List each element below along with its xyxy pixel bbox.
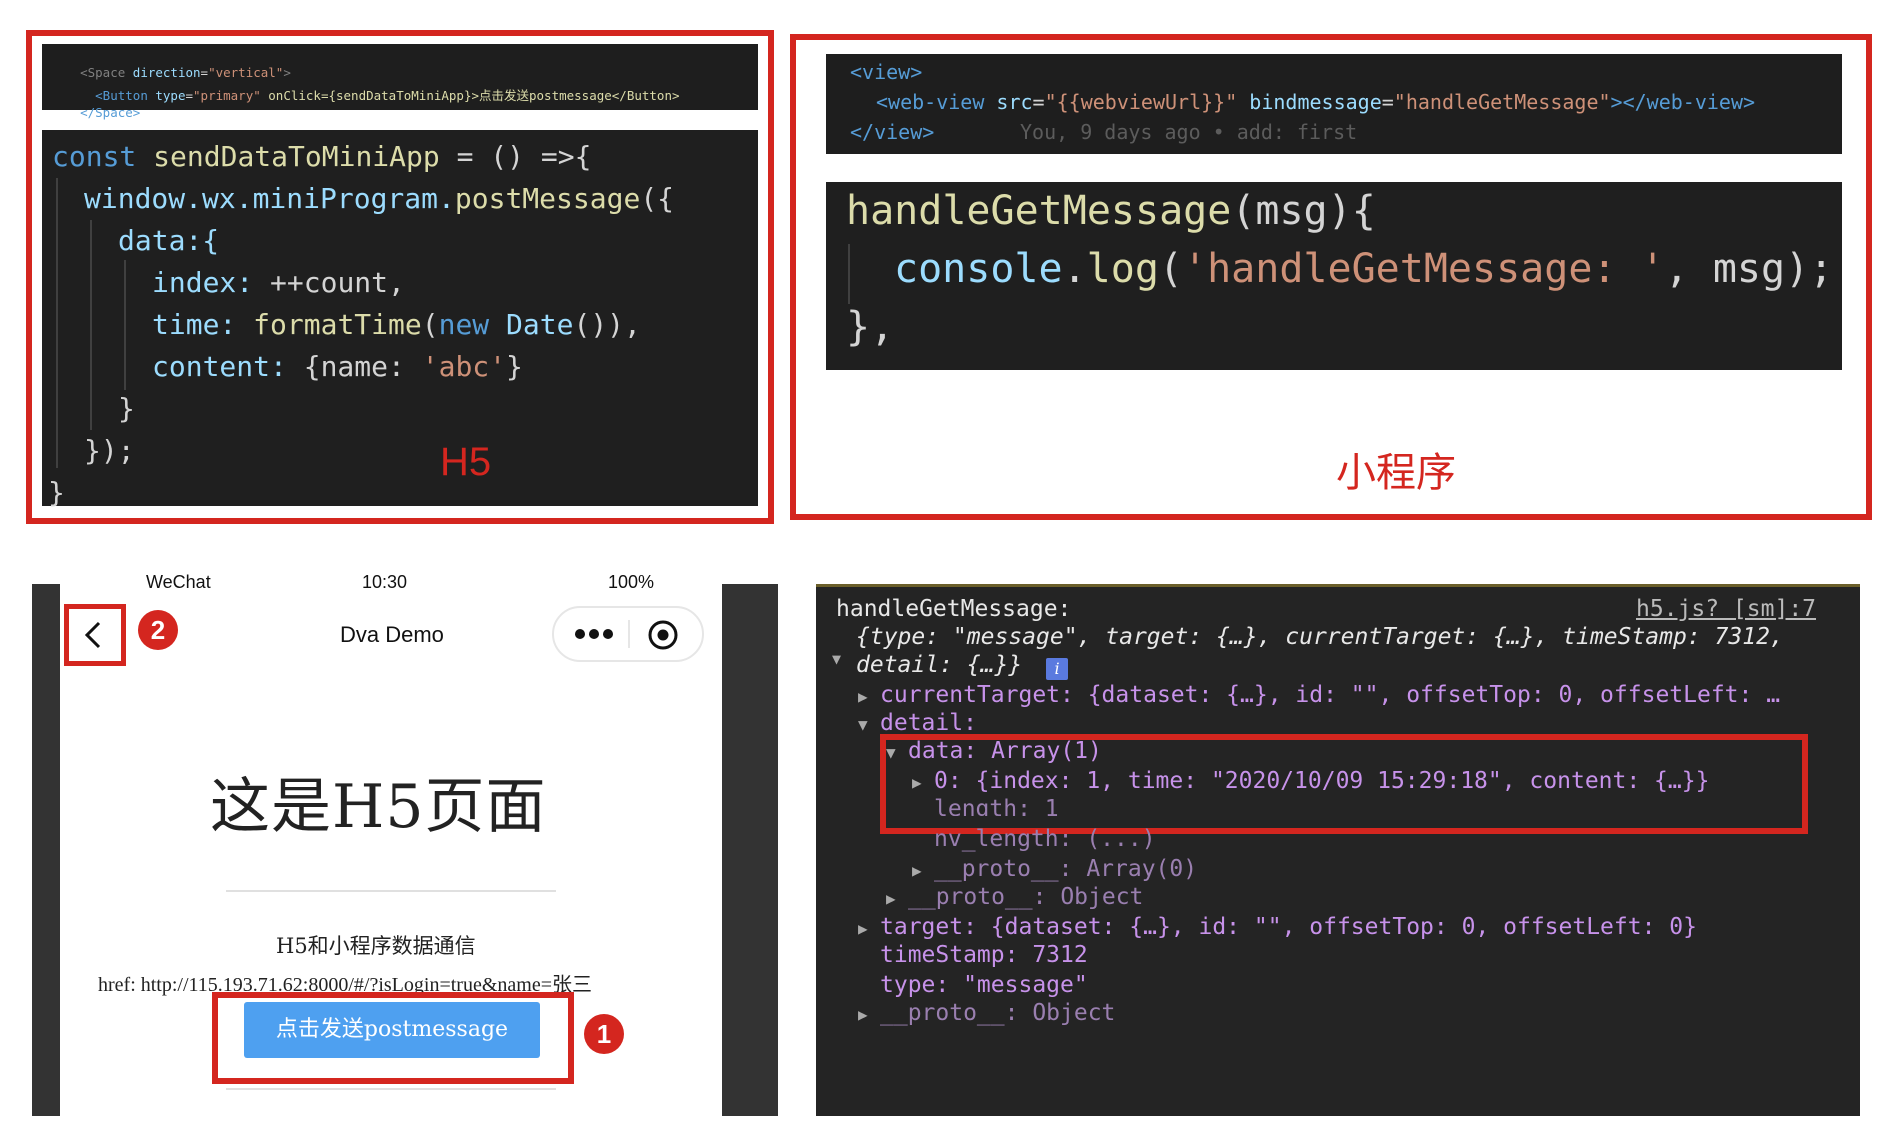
page-subtitle: H5和小程序数据通信 bbox=[276, 934, 476, 958]
phone-bezel-left bbox=[32, 584, 60, 1116]
wxml-line-2: <web-view src="{{webviewUrl}}" bindmessa… bbox=[876, 90, 1756, 114]
code-line-4: index: ++count, bbox=[152, 266, 405, 299]
step-marker-2: 2 bbox=[138, 610, 178, 650]
jsx-line-3: </Space> bbox=[80, 105, 141, 120]
more-dots-icon bbox=[575, 629, 613, 639]
code-line-2: window.wx.miniProgram.postMessage({ bbox=[84, 182, 675, 215]
miniprogram-js-code: handleGetMessage(msg){ console.log('hand… bbox=[826, 182, 1842, 370]
code-line-7: } bbox=[118, 392, 135, 425]
code-line-1: const sendDataToMiniApp = () =>{ bbox=[52, 140, 592, 173]
git-blame-annotation: You, 9 days ago • add: first bbox=[1020, 120, 1358, 144]
status-carrier: WeChat bbox=[146, 572, 211, 592]
code-line-9: } bbox=[48, 476, 65, 509]
row-type: type: "message" bbox=[880, 972, 1088, 998]
collapse-toggle-root[interactable]: ▼ bbox=[832, 650, 841, 668]
phone-bezel-right bbox=[722, 584, 778, 1116]
info-icon: i bbox=[1046, 658, 1068, 680]
row-proto-object-1[interactable]: ▶ __proto__: Object bbox=[886, 884, 1143, 910]
status-time: 10:30 bbox=[362, 572, 408, 592]
row-item-0[interactable]: ▶ 0: {index: 1, time: "2020/10/09 15:29:1… bbox=[912, 768, 1709, 794]
miniprogram-capsule bbox=[552, 606, 704, 662]
js-line-3: }, bbox=[846, 304, 895, 350]
code-line-8: }); bbox=[84, 434, 135, 467]
row-timestamp: timeStamp: 7312 bbox=[880, 942, 1088, 968]
status-battery: 100% bbox=[608, 572, 655, 592]
devtools-console: handleGetMessage: h5.js? [sm]:7 {type: "… bbox=[816, 584, 1860, 1116]
log-source-link[interactable]: h5.js? [sm]:7 bbox=[1636, 596, 1816, 622]
miniprogram-caption: 小程序 bbox=[1336, 450, 1456, 496]
row-nv-length: nv_length: (...) bbox=[934, 826, 1156, 852]
more-menu-button[interactable] bbox=[568, 620, 620, 648]
wxml-line-3: </view> bbox=[850, 120, 935, 144]
close-miniprogram-button[interactable] bbox=[646, 618, 680, 652]
row-data[interactable]: ▼ data: Array(1) bbox=[886, 738, 1102, 764]
jsx-line-2: <Button type="primary" onClick={sendData… bbox=[80, 88, 680, 103]
status-bar: WeChat 10:30 100% bbox=[60, 572, 722, 592]
row-target[interactable]: ▶ target: {dataset: {…}, id: "", offsetTo… bbox=[858, 914, 1697, 940]
h5-jsx-snippet: <Space direction="vertical"> <Button typ… bbox=[42, 44, 758, 120]
h5-caption: H5 bbox=[440, 440, 492, 484]
send-postmessage-button[interactable]: 点击发送postmessage bbox=[244, 1002, 540, 1058]
step-marker-1: 1 bbox=[584, 1014, 624, 1054]
nav-title: Dva Demo bbox=[340, 622, 444, 647]
h5-js-code: const sendDataToMiniApp = () =>{ window.… bbox=[42, 130, 758, 509]
row-proto-object-2[interactable]: ▶ __proto__: Object bbox=[858, 1000, 1115, 1026]
row-detail[interactable]: ▼ detail: bbox=[858, 710, 977, 736]
log-header: handleGetMessage: bbox=[836, 596, 1072, 622]
wxml-line-1: <view> bbox=[850, 60, 923, 84]
target-circle-icon bbox=[648, 620, 678, 650]
log-summary-2: detail: {…}} bbox=[856, 652, 1023, 678]
row-proto-array[interactable]: ▶ __proto__: Array(0) bbox=[912, 856, 1197, 882]
code-line-6: content: {name: 'abc'} bbox=[152, 350, 523, 383]
code-line-3: data:{ bbox=[118, 224, 220, 257]
code-line-5: time: formatTime(new Date()), bbox=[152, 308, 641, 341]
chevron-left-icon bbox=[84, 621, 101, 649]
js-line-2: console.log('handleGetMessage: ', msg); bbox=[894, 246, 1834, 292]
back-button[interactable] bbox=[64, 604, 126, 666]
row-currentTarget[interactable]: ▶ currentTarget: {dataset: {…}, id: "", o… bbox=[858, 682, 1780, 708]
divider-bottom bbox=[226, 1088, 556, 1090]
phone-screen: WeChat 10:30 100% 2 Dva Demo 这是H5页面 H5和小… bbox=[60, 572, 722, 1116]
page-heading: 这是H5页面 bbox=[210, 772, 547, 842]
row-length: length: 1 bbox=[934, 796, 1059, 816]
js-line-1: handleGetMessage(msg){ bbox=[846, 188, 1376, 234]
log-summary-1: {type: "message", target: {…}, currentTa… bbox=[856, 624, 1784, 650]
wxml-code: <view> <web-view src="{{webviewUrl}}" bi… bbox=[826, 54, 1842, 154]
divider-top bbox=[226, 890, 556, 892]
